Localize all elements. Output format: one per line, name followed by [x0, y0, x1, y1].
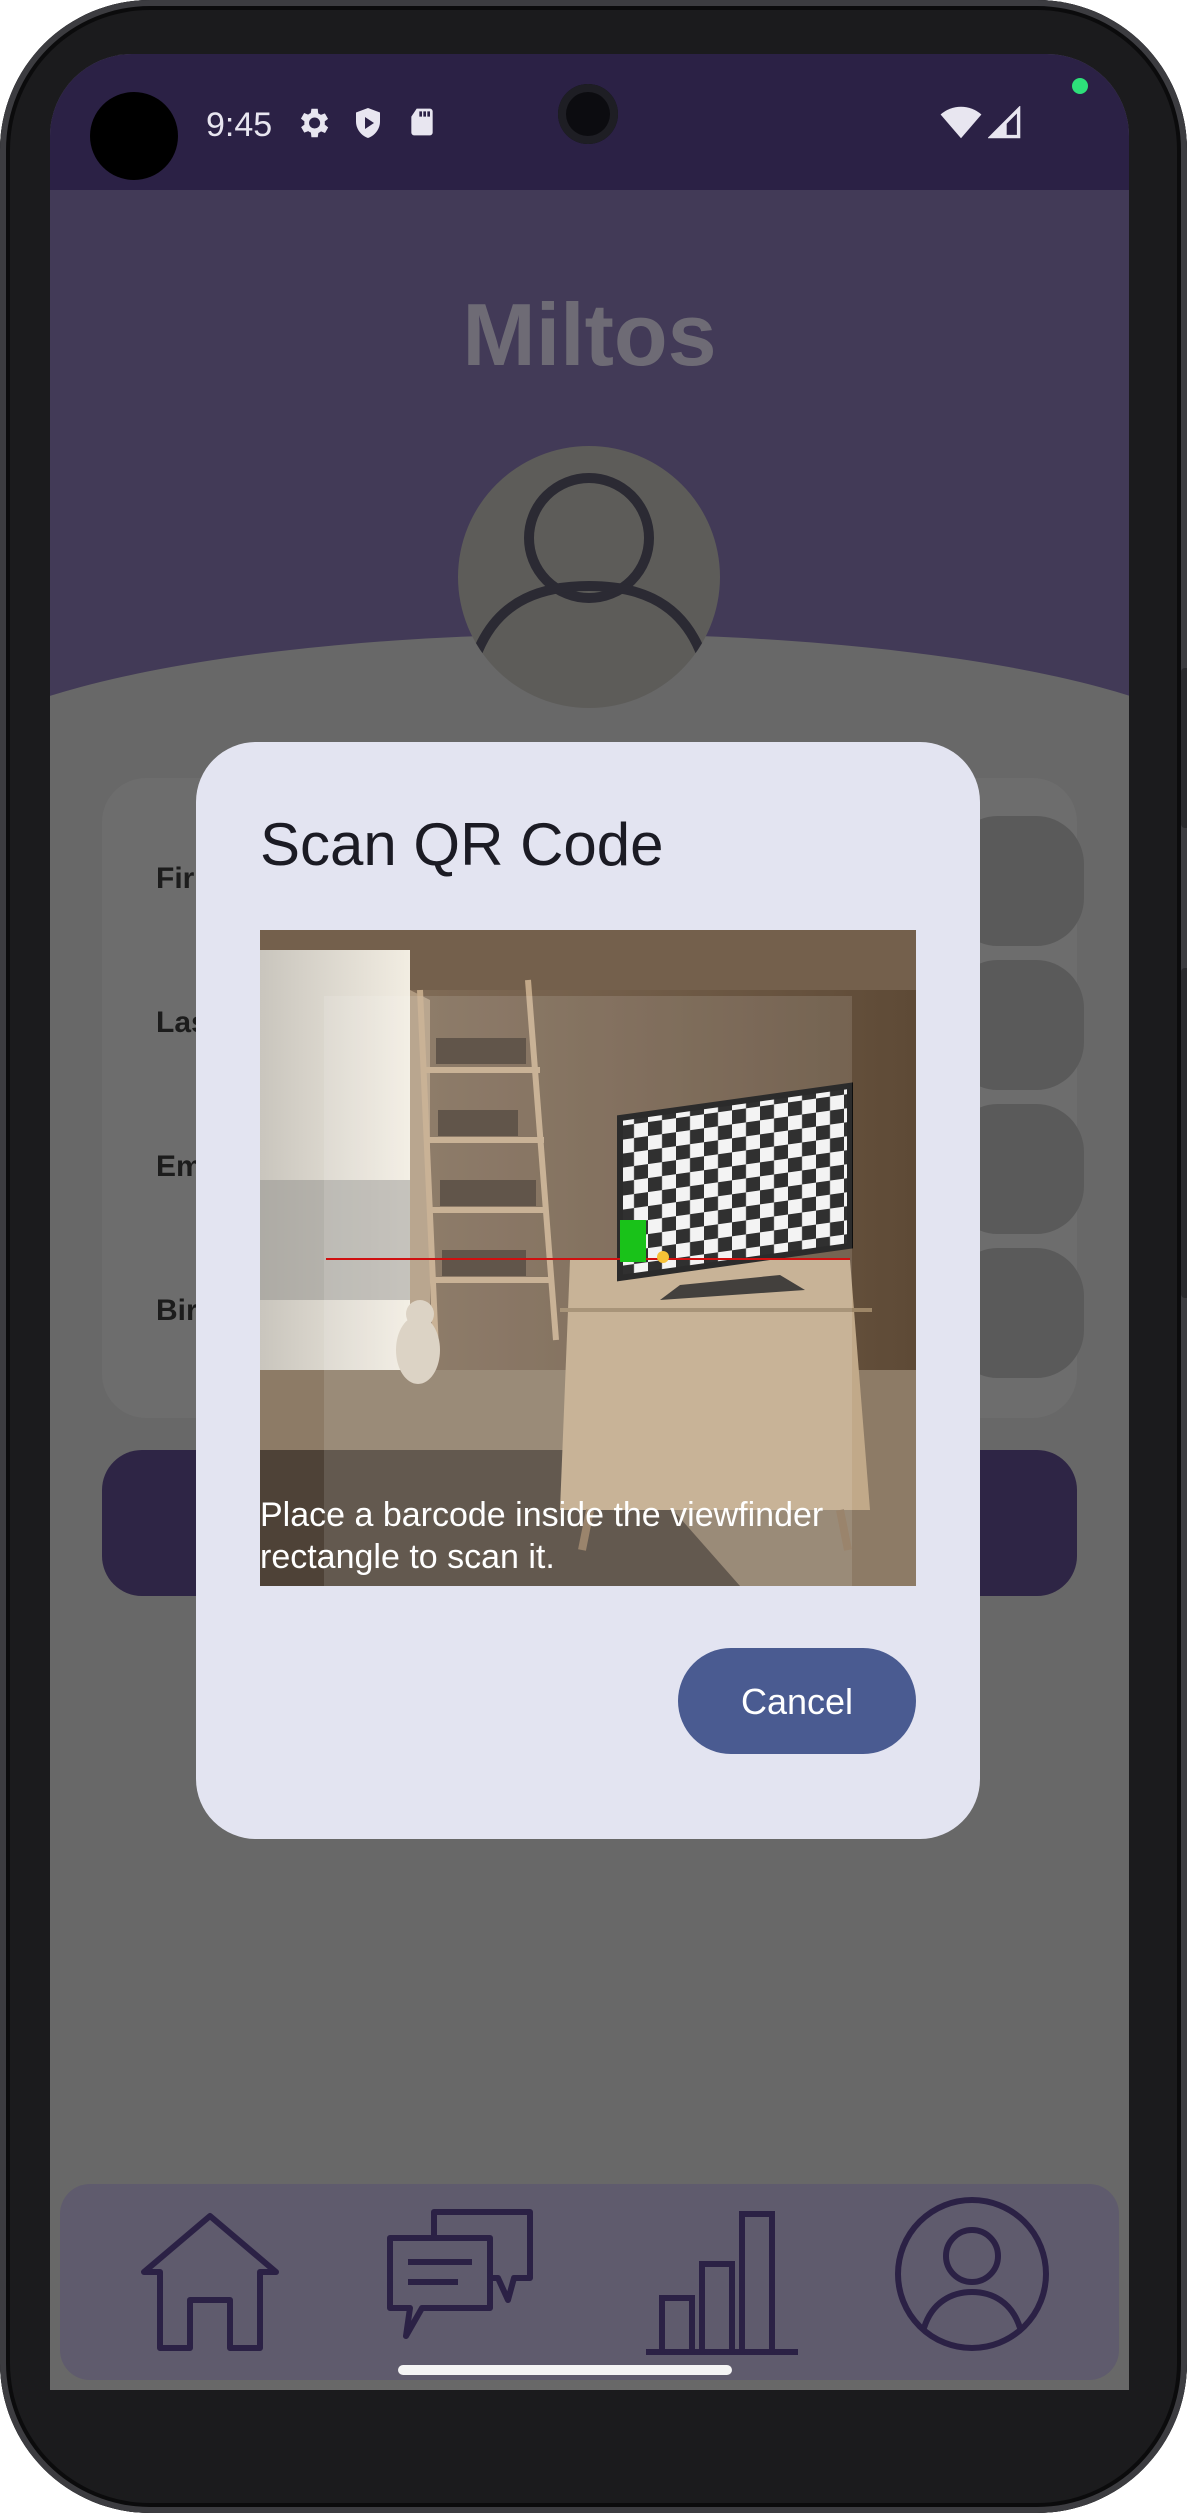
- focus-marker: [620, 1220, 646, 1262]
- wifi-icon: [940, 106, 982, 145]
- camera-preview: [260, 930, 916, 1586]
- status-bar: 9:45: [50, 54, 1129, 190]
- cancel-button[interactable]: Cancel: [678, 1648, 916, 1754]
- first-name-label: Fir: [156, 862, 195, 895]
- chart-icon[interactable]: [638, 2202, 798, 2367]
- scan-hint-text: Place a barcode inside the viewfinder re…: [260, 1496, 824, 1576]
- shield-play-icon: [350, 104, 386, 147]
- gear-icon: [294, 104, 332, 147]
- screen: 9:45 Miltos Fir Las Em Bir Scan QR Code …: [50, 54, 1129, 2390]
- home-icon[interactable]: [130, 2202, 290, 2367]
- chat-icon[interactable]: [382, 2202, 542, 2367]
- app-title: Miltos: [462, 285, 717, 384]
- cellular-signal-icon: [987, 105, 1022, 145]
- camera-cutout: [558, 84, 618, 144]
- scan-qr-dialog: Scan QR Code Place a barcode inside the …: [196, 742, 980, 1839]
- focus-point: [657, 1251, 669, 1263]
- bottom-navigation: [60, 2184, 1119, 2380]
- sd-card-icon: [406, 104, 438, 145]
- power-button: [1181, 968, 1187, 1298]
- phone-frame: 9:45 Miltos Fir Las Em Bir Scan QR Code …: [0, 0, 1187, 2513]
- front-sensor: [90, 92, 178, 180]
- birthday-label: Bir: [156, 1294, 198, 1327]
- camera-viewfinder[interactable]: Place a barcode inside the viewfinder re…: [260, 930, 916, 1586]
- home-gesture-bar[interactable]: [398, 2365, 732, 2375]
- privacy-indicator: [1072, 78, 1088, 94]
- profile-icon[interactable]: [892, 2194, 1052, 2359]
- volume-button: [1181, 668, 1187, 828]
- dialog-title: Scan QR Code: [260, 811, 664, 878]
- status-time: 9:45: [206, 106, 273, 144]
- person-icon: [471, 473, 707, 658]
- avatar[interactable]: [458, 446, 720, 708]
